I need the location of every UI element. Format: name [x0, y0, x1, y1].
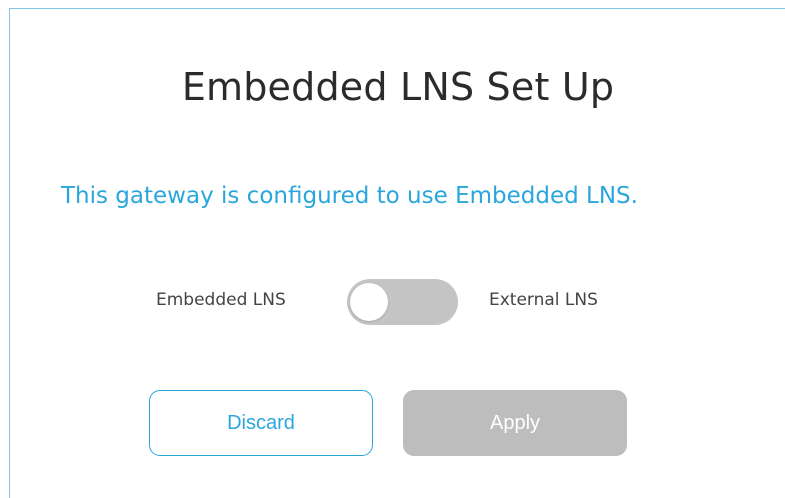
embedded-lns-label: Embedded LNS: [156, 290, 286, 310]
lns-mode-toggle[interactable]: [347, 279, 458, 325]
discard-button[interactable]: Discard: [149, 390, 373, 456]
toggle-knob: [350, 283, 388, 321]
status-message: This gateway is configured to use Embedd…: [61, 183, 638, 209]
page-title: Embedded LNS Set Up: [181, 65, 615, 109]
lns-toggle-row: Embedded LNS External LNS: [10, 279, 785, 325]
external-lns-label: External LNS: [489, 290, 598, 310]
apply-button[interactable]: Apply: [403, 390, 627, 456]
lns-setup-panel: Embedded LNS Set Up This gateway is conf…: [9, 8, 785, 498]
